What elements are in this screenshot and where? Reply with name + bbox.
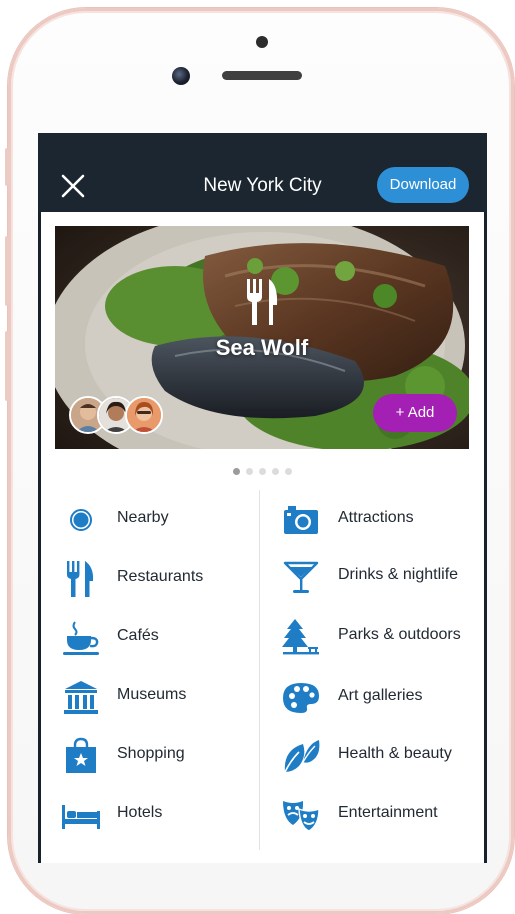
- category-entertainment[interactable]: Entertainment: [281, 793, 481, 837]
- category-parks-outdoors[interactable]: Parks & outdoors: [281, 615, 481, 659]
- category-label: Parks & outdoors: [338, 626, 461, 643]
- category-label: Health & beauty: [338, 745, 452, 762]
- category-label: Attractions: [338, 509, 414, 526]
- category-label: Restaurants: [117, 568, 204, 585]
- coffee-cup-icon: [63, 621, 99, 655]
- category-cafes[interactable]: Cafés: [61, 616, 251, 660]
- category-label: Museums: [117, 686, 187, 703]
- pagination-dot[interactable]: [233, 468, 240, 475]
- category-label: Cafés: [117, 627, 159, 644]
- pagination-dot[interactable]: [285, 468, 292, 475]
- theater-masks-icon: [283, 801, 320, 832]
- location-dot-icon: [70, 509, 92, 531]
- category-label: Nearby: [117, 509, 169, 526]
- main-content: Sea Wolf + Add Nearby Restaurants Cafés …: [41, 212, 484, 863]
- pagination-dot[interactable]: [272, 468, 279, 475]
- add-button[interactable]: + Add: [373, 394, 457, 432]
- tree-icon: [282, 619, 319, 655]
- category-label: Shopping: [117, 745, 185, 762]
- fork-knife-icon: [247, 279, 278, 325]
- category-art-galleries[interactable]: Art galleries: [281, 676, 481, 720]
- mute-switch: [5, 148, 10, 186]
- category-label: Drinks & nightlife: [338, 566, 459, 583]
- pagination-dot[interactable]: [246, 468, 253, 475]
- leaf-icon: [284, 740, 320, 773]
- app-screen: New York City Download Sea Wolf + Add Ne…: [38, 133, 487, 863]
- category-label: Entertainment: [338, 804, 438, 821]
- column-divider: [259, 490, 260, 850]
- featured-card[interactable]: Sea Wolf + Add: [55, 226, 469, 449]
- category-attractions[interactable]: Attractions: [281, 498, 481, 542]
- avatar: [125, 396, 163, 434]
- bed-icon: [62, 805, 100, 829]
- earpiece-speaker: [222, 71, 302, 80]
- palette-icon: [283, 683, 319, 713]
- cocktail-glass-icon: [283, 561, 319, 593]
- fork-knife-icon: [67, 561, 94, 597]
- carousel-pagination[interactable]: [41, 462, 484, 475]
- category-nearby[interactable]: Nearby: [61, 498, 251, 542]
- category-restaurants[interactable]: Restaurants: [61, 557, 251, 601]
- museum-icon: [64, 681, 98, 714]
- category-museums[interactable]: Museums: [61, 675, 251, 719]
- pagination-dot[interactable]: [259, 468, 266, 475]
- category-drinks-nightlife[interactable]: Drinks & nightlife: [281, 555, 481, 599]
- front-camera-icon: [172, 67, 190, 85]
- category-health-beauty[interactable]: Health & beauty: [281, 734, 481, 778]
- shopping-bag-icon: [66, 737, 96, 773]
- download-button[interactable]: Download: [377, 167, 469, 203]
- category-label: Hotels: [117, 804, 163, 821]
- camera-icon: [284, 506, 318, 534]
- top-bar: New York City Download: [38, 133, 487, 212]
- volume-down-button: [5, 331, 10, 401]
- category-shopping[interactable]: Shopping: [61, 734, 251, 778]
- featured-venue-name: Sea Wolf: [215, 335, 309, 360]
- category-label: Art galleries: [338, 687, 423, 704]
- category-hotels[interactable]: Hotels: [61, 793, 251, 837]
- front-sensor: [256, 36, 268, 48]
- volume-up-button: [5, 236, 10, 306]
